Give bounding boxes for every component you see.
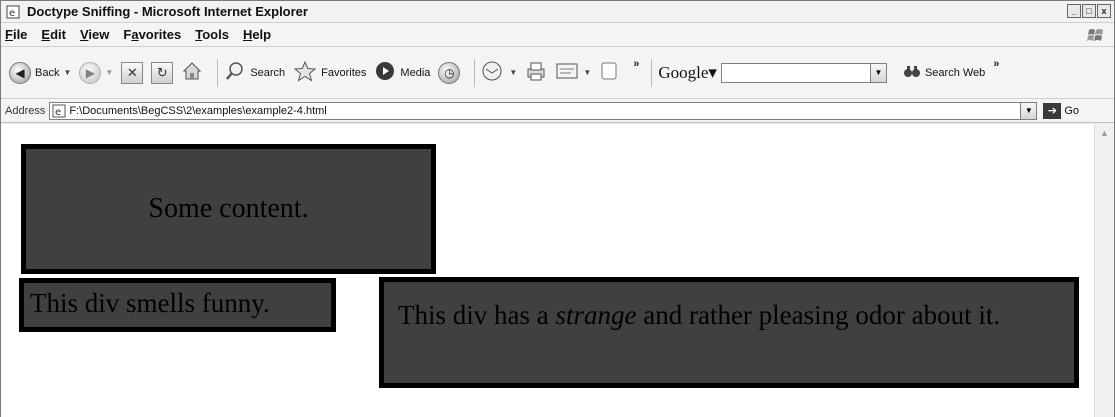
close-button[interactable]: x <box>1097 4 1111 18</box>
mail-button[interactable]: ▼ <box>481 60 517 85</box>
menu-bar: File Edit View Favorites Tools Help <box>1 23 1114 47</box>
back-button[interactable]: ◀ Back ▼ <box>9 61 71 84</box>
content-box-text: Some content. <box>148 193 309 224</box>
menu-favorites[interactable]: Favorites <box>123 27 181 42</box>
favorites-star-icon <box>293 60 317 85</box>
window-title: Doctype Sniffing - Microsoft Internet Ex… <box>27 4 308 19</box>
strange-div-text-before: This div has a <box>398 300 556 330</box>
search-icon <box>224 60 246 85</box>
refresh-icon: ↻ <box>151 61 174 84</box>
stop-button[interactable]: ✕ <box>121 61 144 84</box>
home-button[interactable] <box>181 60 203 85</box>
vertical-scrollbar[interactable]: ▲ <box>1094 124 1114 417</box>
edit-button[interactable]: ▼ <box>555 60 591 85</box>
window-controls: _ □ x <box>1067 4 1111 18</box>
page-content: Some content. This div smells funny. Thi… <box>1 124 1114 417</box>
search-label: Search <box>250 66 286 79</box>
strange-div-text-after: and rather pleasing odor about it. <box>636 300 1001 330</box>
menu-file-accel: F <box>5 27 13 42</box>
menu-help-accel: H <box>242 27 253 42</box>
chevron-down-icon[interactable]: ▼ <box>105 68 113 77</box>
forward-arrow-icon: ▶ <box>79 61 102 84</box>
print-button[interactable] <box>525 60 547 85</box>
menu-view[interactable]: View <box>80 27 109 42</box>
toolbar-separator <box>474 58 476 87</box>
funny-div: This div smells funny. <box>19 278 336 332</box>
svg-text:e: e <box>55 107 61 118</box>
menu-help[interactable]: Help <box>243 27 271 42</box>
windows-flag-icon <box>1086 25 1106 45</box>
chevron-down-icon[interactable]: ▼ <box>63 68 71 77</box>
menu-file-label: ile <box>12 27 28 42</box>
search-web-button[interactable]: Search Web <box>903 63 985 82</box>
address-dropdown[interactable]: ▼ <box>1021 101 1038 120</box>
media-button[interactable]: Media <box>374 60 430 85</box>
strange-div-emphasis: strange <box>555 300 637 330</box>
back-arrow-icon: ◀ <box>9 61 31 84</box>
menu-favorites-label: vorites <box>138 27 182 42</box>
menu-tools-label: ools <box>202 27 229 42</box>
go-button[interactable]: Go <box>1064 105 1079 117</box>
search-button[interactable]: Search <box>224 60 285 85</box>
mail-icon <box>481 60 505 85</box>
discuss-icon <box>599 60 619 85</box>
toolbar-separator <box>217 58 219 87</box>
google-search-dropdown[interactable]: ▼ <box>870 62 887 83</box>
binoculars-icon <box>903 63 921 82</box>
address-input[interactable]: e F:\Documents\BegCSS\2\examples\example… <box>49 101 1022 120</box>
back-label: Back <box>35 66 60 79</box>
media-icon <box>374 60 396 85</box>
address-url: F:\Documents\BegCSS\2\examples\example2-… <box>69 104 327 117</box>
menu-edit-accel: E <box>41 27 51 42</box>
google-toolbar-overflow-chevron[interactable]: » <box>993 58 999 70</box>
content-box: Some content. <box>21 144 436 274</box>
chevron-down-icon[interactable]: ▼ <box>583 68 591 77</box>
browser-window: e Doctype Sniffing - Microsoft Internet … <box>0 0 1115 417</box>
edit-icon <box>555 60 579 85</box>
ie-page-icon: e <box>5 4 21 20</box>
favorites-button[interactable]: Favorites <box>293 60 366 85</box>
toolbar-overflow-chevron[interactable]: » <box>633 58 639 70</box>
history-icon: ◷ <box>438 61 461 84</box>
minimize-button[interactable]: _ <box>1067 4 1081 18</box>
google-search-input[interactable] <box>720 62 871 83</box>
go-arrow-icon[interactable]: ➔ <box>1043 102 1062 119</box>
toolbar-separator <box>651 58 653 87</box>
address-bar: Address e F:\Documents\BegCSS\2\examples… <box>1 99 1114 123</box>
stop-icon: ✕ <box>121 61 144 84</box>
svg-text:e: e <box>9 8 15 19</box>
google-toolbar-label[interactable]: Google▾ <box>658 63 717 83</box>
history-button[interactable]: ◷ <box>438 61 461 84</box>
strange-div: This div has a strange and rather pleasi… <box>379 277 1079 388</box>
refresh-button[interactable]: ↻ <box>151 61 174 84</box>
forward-button[interactable]: ▶ ▼ <box>79 61 113 84</box>
menu-favorites-accel: a <box>131 27 139 42</box>
page-icon: e <box>52 104 66 118</box>
favorites-label: Favorites <box>321 66 367 79</box>
menu-edit[interactable]: Edit <box>41 27 66 42</box>
chevron-down-icon[interactable]: ▼ <box>509 68 517 77</box>
funny-div-text: This div smells funny. <box>30 288 270 318</box>
menu-edit-label: dit <box>50 27 66 42</box>
menu-help-label: elp <box>252 27 272 42</box>
home-icon <box>181 60 203 85</box>
title-bar[interactable]: e Doctype Sniffing - Microsoft Internet … <box>1 1 1114 23</box>
menu-file[interactable]: File <box>5 27 27 42</box>
maximize-button[interactable]: □ <box>1082 4 1096 18</box>
scroll-up-arrow-icon[interactable]: ▲ <box>1095 124 1114 142</box>
media-label: Media <box>400 66 431 79</box>
menu-tools[interactable]: Tools <box>195 27 229 42</box>
discuss-button[interactable] <box>599 60 619 85</box>
print-icon <box>525 60 547 85</box>
address-label: Address <box>5 104 46 117</box>
menu-view-label: iew <box>88 27 110 42</box>
search-web-label: Search Web <box>924 66 986 79</box>
standard-toolbar: ◀ Back ▼ ▶ ▼ ✕ ↻ Search Favorites Media … <box>1 47 1114 99</box>
